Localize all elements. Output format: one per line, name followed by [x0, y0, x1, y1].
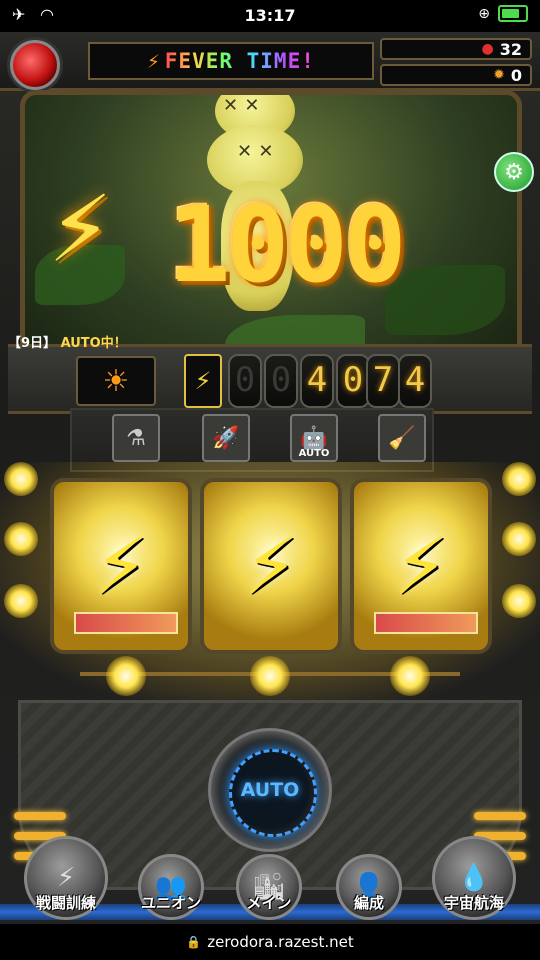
item-auto-robot-button[interactable]: 🤖 AUTO — [290, 414, 338, 462]
nav-union[interactable]: 👥 ユニオン — [138, 854, 204, 920]
counter-digit: 0 — [264, 354, 298, 408]
vacuum-icon: 🧹 — [388, 425, 416, 451]
game-area: ⚡ FEVER TIME! ● 32 ✹ 0 ✕ ✕ ✕ ✕ ⚡ 1000 ⚙ … — [0, 32, 540, 924]
bomb-icon: ✹ — [493, 67, 505, 83]
reel-left: ⚡ — [50, 478, 192, 654]
url-bar[interactable]: 🔒 zerodora.razest.net — [0, 924, 540, 960]
auto-spin-button[interactable]: AUTO — [208, 728, 332, 852]
fever-time-text: FEVER TIME! — [164, 49, 315, 73]
gem-count: 32 — [499, 39, 522, 59]
rocket-icon: 🚀 — [212, 425, 240, 451]
sun-icon[interactable]: ☀ — [76, 356, 156, 406]
side-light — [502, 462, 536, 496]
counter-digit: 0 — [336, 354, 370, 408]
clock: 13:17 — [244, 6, 296, 25]
nav-label: 宇宙航海 — [443, 894, 504, 912]
item-vacuum-button[interactable]: 🧹 — [378, 414, 426, 462]
menu-gem-button[interactable] — [10, 40, 60, 90]
reel-bolt-icon: ⚡ — [393, 522, 449, 612]
bolt-icon: ⚡ — [56, 863, 76, 893]
big-bolt-icon: ⚡ — [48, 176, 113, 283]
canister-icon: ⚗ — [126, 425, 146, 451]
reward-number: 1000 — [168, 184, 406, 306]
robot-icon: 🤖 — [300, 425, 328, 451]
fever-time-banner: ⚡ FEVER TIME! — [88, 42, 374, 80]
nav-battle-training[interactable]: ⚡ 戦闘訓練 — [24, 836, 108, 920]
bomb-counter: ✹ 0 — [380, 64, 532, 86]
status-bar: ✈ ◠ 13:17 ⊕ — [0, 0, 540, 32]
counter-digit: 4 — [398, 354, 432, 408]
red-gem-icon: ● — [481, 41, 494, 57]
bottom-light — [390, 656, 430, 696]
battery-charging-icon — [498, 5, 528, 22]
auto-status: AUTO中！ — [60, 336, 127, 351]
reel-bar — [374, 612, 478, 634]
nav-label: メイン — [246, 894, 292, 912]
counter-digit: 7 — [366, 354, 400, 408]
bomb-count: 0 — [510, 65, 522, 85]
reel-bolt-icon: ⚡ — [93, 522, 149, 612]
reel-center: ⚡ — [200, 478, 342, 654]
reel-bar — [74, 612, 178, 634]
day-status: 【9日】 AUTO中！ — [8, 332, 127, 351]
bottom-light — [106, 656, 146, 696]
gem-counter: ● 32 — [380, 38, 532, 60]
auto-item-label: AUTO — [298, 448, 330, 459]
leaf-decoration — [385, 265, 505, 335]
item-canister-button[interactable]: ⚗ — [112, 414, 160, 462]
item-rocket-button[interactable]: 🚀 — [202, 414, 250, 462]
counter-digit: 0 — [228, 354, 262, 408]
bottom-light — [250, 656, 290, 696]
rotation-lock-icon: ⊕ — [478, 5, 490, 22]
side-light — [502, 584, 536, 618]
nav-label: ユニオン — [141, 894, 202, 912]
auto-button-label: AUTO — [240, 779, 300, 801]
nav-main[interactable]: 🏙 メイン — [236, 854, 302, 920]
nav-space-voyage[interactable]: 💧 宇宙航海 — [432, 836, 516, 920]
side-light — [4, 522, 38, 556]
nav-label: 戦闘訓練 — [35, 894, 96, 912]
lock-icon: 🔒 — [186, 935, 202, 949]
url-text: zerodora.razest.net — [207, 933, 354, 951]
nav-label: 編成 — [353, 894, 384, 912]
bolt-indicator-icon: ⚡ — [184, 354, 222, 408]
side-light — [502, 522, 536, 556]
day-label: 【9日】 — [8, 336, 57, 351]
settings-gear-button[interactable]: ⚙ — [494, 152, 534, 192]
reel-bolt-icon: ⚡ — [243, 522, 299, 612]
reel-right: ⚡ — [350, 478, 492, 654]
side-light — [4, 584, 38, 618]
side-light — [4, 462, 38, 496]
drop-icon: 💧 — [457, 863, 491, 893]
nav-formation[interactable]: 👤 編成 — [336, 854, 402, 920]
fever-bolt-icon: ⚡ — [147, 49, 161, 73]
counter-digit: 4 — [300, 354, 334, 408]
